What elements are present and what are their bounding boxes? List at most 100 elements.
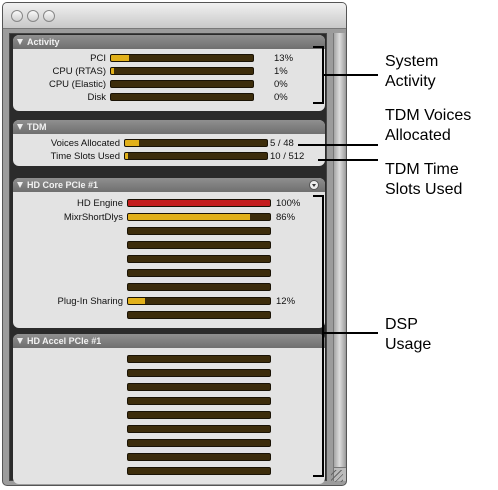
usage-meter: [127, 199, 271, 207]
meter-label: HD Engine: [77, 198, 123, 209]
usage-meter: [127, 425, 271, 433]
hd-accel-header[interactable]: HD Accel PCIe #1: [13, 334, 325, 348]
options-menu-icon[interactable]: [309, 180, 319, 190]
disclosure-triangle-icon[interactable]: [17, 338, 23, 344]
close-button[interactable]: [11, 10, 23, 22]
callout-tdm-slots: TDM Time Slots Used: [385, 160, 462, 200]
activity-title: Activity: [27, 37, 60, 47]
callout-label: DSP Usage: [385, 316, 432, 353]
meter-row: Disk 0%: [13, 92, 325, 103]
tdm-title: TDM: [27, 122, 47, 132]
meter-row: Plug-In Sharing 12%: [13, 296, 325, 307]
usage-meter: [127, 383, 271, 391]
meter-row: CPU (RTAS) 1%: [13, 66, 325, 77]
system-usage-window: Activity PCI 13% CPU (RTAS) 1% CPU (Elastic)…: [2, 2, 347, 486]
callout-label: System Activity: [385, 53, 439, 90]
usage-meter: [127, 241, 271, 249]
callout-leader: [318, 159, 378, 161]
meter-row: [13, 226, 325, 237]
callout-tdm-voices: TDM Voices Allocated: [385, 106, 471, 146]
bracket-line: [313, 102, 323, 104]
meter-fill: [125, 153, 128, 159]
meter-label: PCI: [90, 53, 106, 64]
usage-meter: [127, 439, 271, 447]
meter-fill: [111, 68, 114, 74]
meter-row: [13, 354, 325, 365]
usage-meter: [127, 227, 271, 235]
meter-value: 86%: [276, 212, 296, 223]
meter-label: MixrShortDlys: [63, 212, 123, 223]
callout-label: TDM Voices Allocated: [385, 107, 472, 144]
disclosure-triangle-icon[interactable]: [17, 182, 23, 188]
minimize-button[interactable]: [27, 10, 39, 22]
callout-leader: [323, 74, 378, 76]
meter-row: [13, 466, 325, 477]
meter-fill: [128, 200, 270, 206]
meter-label: CPU (Elastic): [48, 79, 106, 90]
meter-row: MixrShortDlys 86%: [13, 212, 325, 223]
hd-accel-title: HD Accel PCIe #1: [27, 336, 102, 346]
meter-row: [13, 282, 325, 293]
usage-meter: [110, 93, 254, 101]
usage-meter: [127, 453, 271, 461]
activity-header[interactable]: Activity: [13, 35, 325, 49]
meter-value: 12%: [276, 296, 296, 307]
usage-meter: [127, 355, 271, 363]
meter-label: Disk: [87, 92, 106, 103]
bracket-line: [313, 195, 323, 197]
meter-row: [13, 268, 325, 279]
usage-meter: [127, 297, 271, 305]
tdm-panel: TDM Voices Allocated 5 / 48 Time Slots Use…: [13, 120, 325, 166]
usage-meter: [127, 269, 271, 277]
vertical-scrollbar[interactable]: [333, 33, 346, 481]
bracket-line: [322, 195, 324, 477]
tdm-header[interactable]: TDM: [13, 120, 325, 134]
zoom-button[interactable]: [43, 10, 55, 22]
disclosure-triangle-icon[interactable]: [17, 39, 23, 45]
meter-value: 10 / 512: [270, 151, 305, 162]
usage-meter: [127, 467, 271, 475]
hd-core-title: HD Core PCIe #1: [27, 180, 99, 190]
meter-row: Voices Allocated 5 / 48: [13, 138, 325, 149]
meter-label: Plug-In Sharing: [57, 296, 123, 307]
usage-meter: [124, 152, 268, 160]
usage-meter: [110, 54, 254, 62]
meter-row: CPU (Elastic) 0%: [13, 79, 325, 90]
disclosure-triangle-icon[interactable]: [17, 124, 23, 130]
usage-meter: [127, 369, 271, 377]
meter-row: HD Engine 100%: [13, 198, 325, 209]
meter-row: [13, 368, 325, 379]
meter-row: [13, 382, 325, 393]
meter-fill: [125, 140, 140, 146]
meter-fill: [128, 214, 251, 220]
meter-row: [13, 438, 325, 449]
meter-label: Time Slots Used: [50, 151, 120, 162]
meter-row: Time Slots Used 10 / 512: [13, 151, 325, 162]
meter-row: [13, 410, 325, 421]
meter-label: Voices Allocated: [50, 138, 120, 149]
hd-core-panel: HD Core PCIe #1 HD Engine 100% MixrShortDl…: [13, 178, 325, 328]
activity-panel: Activity PCI 13% CPU (RTAS) 1% CPU (Elastic)…: [13, 35, 325, 111]
callout-leader: [298, 144, 378, 146]
usage-meter: [127, 411, 271, 419]
hd-core-header[interactable]: HD Core PCIe #1: [13, 178, 325, 192]
meter-label: CPU (RTAS): [52, 66, 106, 77]
meter-row: PCI 13%: [13, 53, 325, 64]
bracket-line: [313, 46, 323, 48]
meter-row: [13, 424, 325, 435]
usage-meter: [127, 255, 271, 263]
meter-fill: [128, 298, 146, 304]
meter-value: 100%: [276, 198, 301, 209]
usage-meter: [127, 283, 271, 291]
resize-grip-icon[interactable]: [331, 470, 343, 482]
usage-meter: [110, 67, 254, 75]
usage-content: Activity PCI 13% CPU (RTAS) 1% CPU (Elastic)…: [9, 33, 327, 484]
meter-row: [13, 310, 325, 321]
meter-row: [13, 254, 325, 265]
usage-meter: [110, 80, 254, 88]
bracket-line: [313, 475, 323, 477]
callout-dsp-usage: DSP Usage: [385, 315, 431, 355]
title-bar[interactable]: [3, 3, 346, 29]
hd-accel-panel: HD Accel PCIe #1: [13, 334, 325, 484]
meter-fill: [111, 55, 130, 61]
